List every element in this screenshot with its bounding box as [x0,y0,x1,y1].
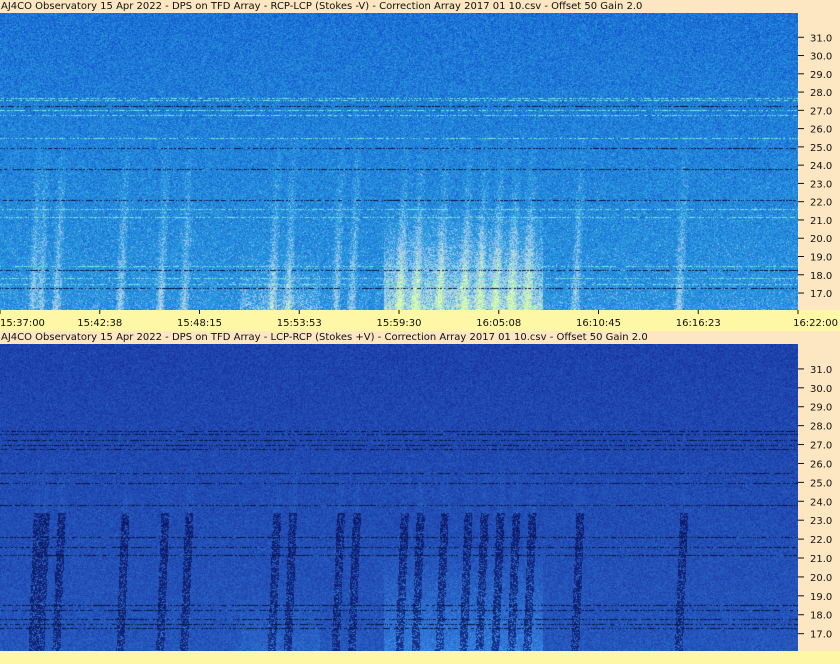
frequency-tick-label: 21.0 [810,216,832,227]
spectrogram-image[interactable] [0,344,798,651]
frequency-tick-label: 24.0 [810,161,832,172]
frequency-tick-label: 30.0 [810,384,832,395]
spectrogram-canvas [0,13,798,310]
frequency-tick-label: 27.0 [810,106,832,117]
frequency-axis-svg: 17.0 18.0 19.0 20.0 21.0 22.0 23.0 24.0 25.0 26.0… [798,33,832,300]
frequency-tick-label: 26.0 [810,125,832,136]
frequency-tick-label: 18.0 [810,271,832,282]
time-tick-label: 16:22:00 [793,318,838,329]
frequency-tick-label: 17.0 [810,289,832,300]
spectrogram-panel-bottom: AJ4CO Observatory 15 Apr 2022 - DPS on T… [0,331,840,664]
frequency-tick-label: 22.0 [810,535,832,546]
frequency-tick-label: 21.0 [810,554,832,565]
frequency-tick-label: 20.0 [810,573,832,584]
frequency-tick-label: 28.0 [810,88,832,99]
time-tick-label: 15:48:15 [177,318,222,329]
frequency-tick-label: 19.0 [810,253,832,264]
spectrogram-panel-top: AJ4CO Observatory 15 Apr 2022 - DPS on T… [0,0,840,331]
frequency-tick-label: 17.0 [810,630,832,641]
frequency-tick-label: 25.0 [810,143,832,154]
time-axis [0,651,840,664]
time-tick-label: 15:53:53 [277,318,322,329]
frequency-tick-label: 23.0 [810,516,832,527]
frequency-tick-label: 25.0 [810,478,832,489]
time-axis: 15:37:00 15:42:38 15:48:15 15:53:53 15:59:30… [0,310,840,331]
frequency-axis: 17.0 18.0 19.0 20.0 21.0 22.0 23.0 24.0 25.0 26.0… [798,13,840,310]
frequency-tick-label: 28.0 [810,422,832,433]
spectrogram-canvas [0,344,798,651]
frequency-tick-label: 18.0 [810,611,832,622]
frequency-tick-label: 31.0 [810,365,832,376]
frequency-tick-label: 30.0 [810,52,832,63]
frequency-tick-label: 19.0 [810,592,832,603]
time-tick-label: 16:16:23 [676,318,721,329]
time-axis-svg: 15:37:00 15:42:38 15:48:15 15:53:53 15:59:30… [0,310,838,329]
frequency-tick-label: 31.0 [810,33,832,44]
time-tick-label: 16:10:45 [576,318,621,329]
frequency-tick-label: 29.0 [810,403,832,414]
frequency-tick-label: 22.0 [810,198,832,209]
panel-title: AJ4CO Observatory 15 Apr 2022 - DPS on T… [0,331,840,344]
time-tick-label: 16:05:08 [476,318,521,329]
frequency-tick-label: 23.0 [810,179,832,190]
spectrogram-image[interactable] [0,13,798,310]
frequency-tick-label: 29.0 [810,70,832,81]
frequency-tick-label: 26.0 [810,459,832,470]
time-tick-label: 15:59:30 [377,318,422,329]
frequency-tick-label: 24.0 [810,497,832,508]
time-tick-label: 15:42:38 [77,318,122,329]
frequency-axis: 17.0 18.0 19.0 20.0 21.0 22.0 23.0 24.0 25.0 26.0… [798,344,840,651]
frequency-tick-label: 20.0 [810,234,832,245]
panel-title: AJ4CO Observatory 15 Apr 2022 - DPS on T… [0,0,840,13]
frequency-axis-svg: 17.0 18.0 19.0 20.0 21.0 22.0 23.0 24.0 25.0 26.0… [798,365,832,641]
time-tick-label: 15:37:00 [0,318,45,329]
frequency-tick-label: 27.0 [810,441,832,452]
